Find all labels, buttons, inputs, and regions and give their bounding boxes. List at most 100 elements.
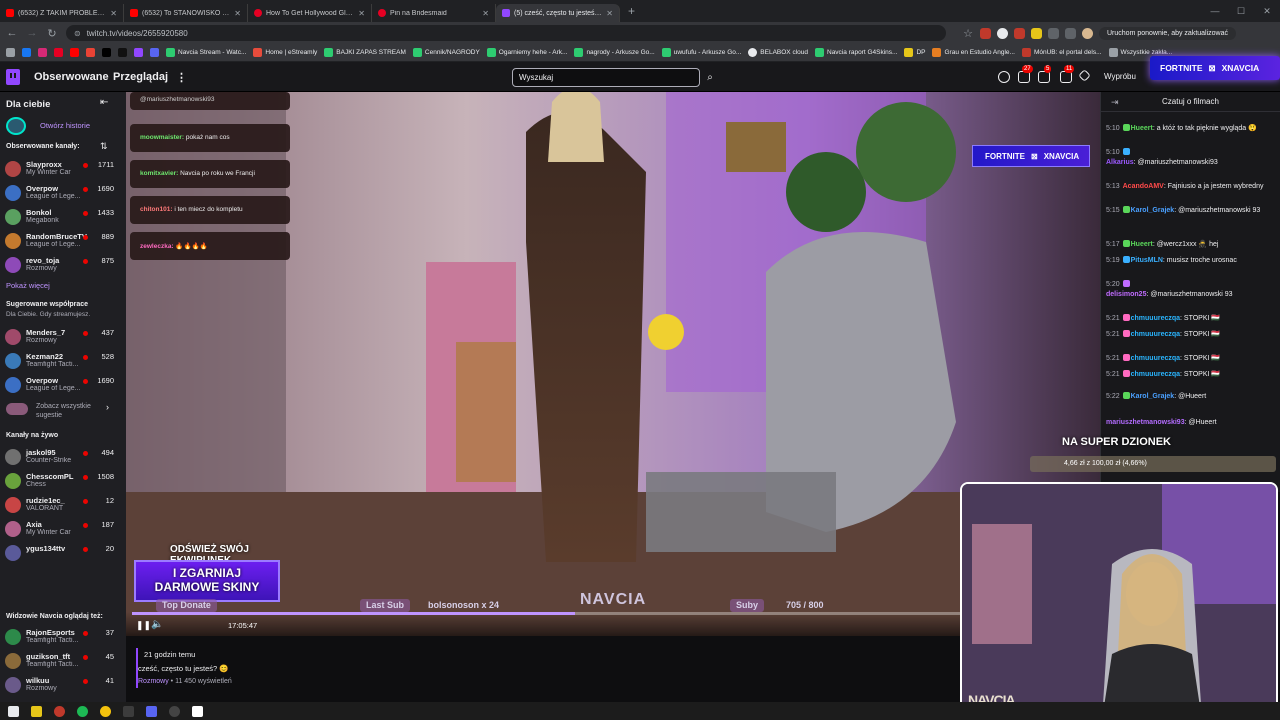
bookmark-item[interactable]: BELABOX cloud (748, 48, 808, 57)
close-tab-icon[interactable]: ✕ (482, 9, 489, 18)
sub-badge-icon (1122, 370, 1130, 377)
new-tab-button[interactable]: + (628, 4, 635, 18)
x-icon[interactable] (102, 48, 111, 57)
crown-icon[interactable] (998, 71, 1010, 83)
bookmark-item[interactable]: uwufufu - Arkusze Go... (661, 48, 741, 57)
video-timeline[interactable] (132, 612, 1094, 615)
nav-following[interactable]: Obserwowane (34, 71, 109, 83)
extension-icon[interactable] (997, 27, 1008, 39)
bookmark-star-icon[interactable]: ☆ (962, 27, 974, 40)
followed-channel[interactable]: RandomBruceTV League of Lege... 889 (0, 230, 126, 252)
reload-icon[interactable]: ↻ (46, 27, 58, 40)
followed-channel[interactable]: Slayproxx My Winter Car 1711 (0, 158, 126, 180)
suggested-heading: Sugerowane współprace (6, 301, 89, 308)
chrome-icon[interactable] (100, 705, 111, 717)
close-tab-icon[interactable]: ✕ (606, 9, 613, 18)
bookmark-item[interactable]: Navcia Stream - Watc... (166, 48, 246, 57)
close-tab-icon[interactable]: ✕ (234, 9, 241, 18)
stories-avatar[interactable] (6, 117, 26, 135)
live-channel[interactable]: ChesscomPL Chess 1508 (0, 470, 126, 492)
file-explorer-icon[interactable] (31, 705, 42, 717)
extension-icon[interactable] (980, 27, 991, 39)
update-button[interactable]: Uruchom ponownie, aby zaktualizować (1099, 26, 1237, 40)
search-input[interactable]: Wyszukaj (512, 68, 700, 87)
pause-button[interactable]: ❚❚ (136, 620, 151, 631)
bookmark-item[interactable]: Navcia raport G4Skins... (815, 48, 897, 57)
bookmark-item[interactable]: BAJKI ZAPAS STREAM (324, 48, 406, 57)
extension-icon[interactable] (1031, 27, 1042, 39)
youtube-icon[interactable] (70, 48, 79, 57)
see-all-suggestions[interactable]: Zobacz wszystkie sugestie › (6, 400, 122, 422)
show-more-link[interactable]: Pokaż więcej (0, 281, 56, 290)
live-channel[interactable]: Axia My Winter Car 187 (0, 518, 126, 540)
apps-grid-icon[interactable] (6, 48, 15, 57)
pinterest-icon[interactable] (54, 48, 63, 57)
extensions-puzzle-icon[interactable] (1065, 27, 1076, 39)
bookmark-item[interactable]: MónUB: el portal dels... (1021, 48, 1102, 57)
bookmark-item[interactable]: Home | eStreamly (253, 48, 317, 57)
capcut-icon[interactable] (192, 705, 203, 717)
chat-message: 5:19 PitusMLN: musisz troche urosnac (1106, 256, 1237, 264)
discord-icon[interactable] (146, 705, 157, 717)
discord-icon[interactable] (150, 48, 159, 57)
live-channel[interactable]: rudzie1ec_ VALORANT 12 (0, 494, 126, 516)
followed-channel[interactable]: Overpow League of Lege... 1690 (0, 182, 126, 204)
browser-tab[interactable]: How To Get Hollywood Glam Wa✕ (248, 4, 372, 22)
browser-tab[interactable]: (6532) Z TAKIM PROBLEMEM KO✕ (0, 4, 124, 22)
terminal-icon[interactable] (123, 705, 134, 717)
profile-avatar[interactable] (1082, 27, 1093, 39)
close-window-icon[interactable]: ✕ (1254, 0, 1280, 22)
close-tab-icon[interactable]: ✕ (358, 9, 365, 18)
nav-browse[interactable]: Przeglądaj (113, 71, 168, 83)
turbo-button[interactable]: Wypróbu (1104, 72, 1136, 81)
followed-channel[interactable]: Bonkol Megabonk 1433 (0, 206, 126, 228)
opera-icon[interactable] (54, 705, 65, 717)
sort-icon[interactable]: ⇅ (100, 141, 108, 152)
close-tab-icon[interactable]: ✕ (110, 9, 117, 18)
forward-icon[interactable]: → (26, 27, 38, 39)
browser-tab[interactable]: Pin na Bridesmaid ✕ (372, 4, 496, 22)
video-player[interactable]: @mariuszhetmanowski93 moowmaister: pokaż… (126, 92, 1100, 636)
live-dot (83, 451, 88, 456)
recommended-channel[interactable]: wilkuu Rozmowy 41 (0, 674, 126, 696)
suggested-channel[interactable]: Menders_7 Rozmowy 437 (0, 326, 126, 348)
volume-icon[interactable]: 🔈 (151, 619, 163, 630)
instagram-icon[interactable] (38, 48, 47, 57)
back-icon[interactable]: ← (6, 27, 18, 39)
extension-icon[interactable] (1014, 27, 1025, 39)
minimize-icon[interactable]: — (1202, 0, 1228, 22)
category-link[interactable]: Rozmowy (138, 678, 169, 685)
bookmark-item[interactable]: Ogarniemy hehe - Ark... (486, 48, 567, 57)
live-channel[interactable]: jaskol95 Counter-Strike 494 (0, 446, 126, 468)
live-channel[interactable]: ygus134ttv 20 (0, 542, 126, 564)
bookmark-item[interactable]: nagrody - Arkusze Go... (574, 48, 655, 57)
browser-tab[interactable]: (6532) To STANOWISKO Mołregó✕ (124, 4, 248, 22)
collapse-chat-icon[interactable]: ⇥ (1111, 92, 1119, 112)
bookmark-item[interactable]: Grau en Estudio Angle... (932, 48, 1015, 57)
extension-icon[interactable] (1048, 27, 1059, 39)
bookmark-item[interactable]: DP (904, 48, 925, 57)
obs-icon[interactable] (169, 705, 180, 717)
spotify-icon[interactable] (77, 705, 88, 717)
gmail-icon[interactable] (86, 48, 95, 57)
recommended-channel[interactable]: guzikson_tft Teamfight Tacti... 45 (0, 650, 126, 672)
followed-channel[interactable]: revo_toja Rozmowy 875 (0, 254, 126, 276)
tiktok-icon[interactable] (118, 48, 127, 57)
url-field[interactable]: ⊜ twitch.tv/videos/2655920580 (66, 25, 946, 41)
twitch-logo-icon[interactable] (6, 69, 20, 85)
windows-start-icon[interactable] (8, 705, 19, 717)
collapse-sidebar-icon[interactable]: ⇤ (100, 97, 108, 108)
bookmark-item[interactable]: Cennik/NAGRODY (412, 48, 480, 57)
bits-icon[interactable] (1078, 69, 1091, 82)
twitch-icon[interactable] (134, 48, 143, 57)
search-icon[interactable]: ⌕ (702, 68, 718, 87)
more-menu-icon[interactable]: ⋮ (176, 71, 187, 84)
open-stories-link[interactable]: Otwórz historie (34, 121, 96, 130)
facebook-icon[interactable] (22, 48, 31, 57)
suggested-channel[interactable]: Kezman22 Teamfight Tacti... 528 (0, 350, 126, 372)
browser-tab-active[interactable]: (5) cześć, często tu jesteś? 😊 - Tw✕ (496, 4, 620, 22)
suggested-channel[interactable]: Overpow League of Lege... 1690 (0, 374, 126, 396)
site-info-icon[interactable]: ⊜ (74, 29, 81, 38)
maximize-icon[interactable]: ☐ (1228, 0, 1254, 22)
recommended-channel[interactable]: RajonEsports Teamfight Tacti... 37 (0, 626, 126, 648)
